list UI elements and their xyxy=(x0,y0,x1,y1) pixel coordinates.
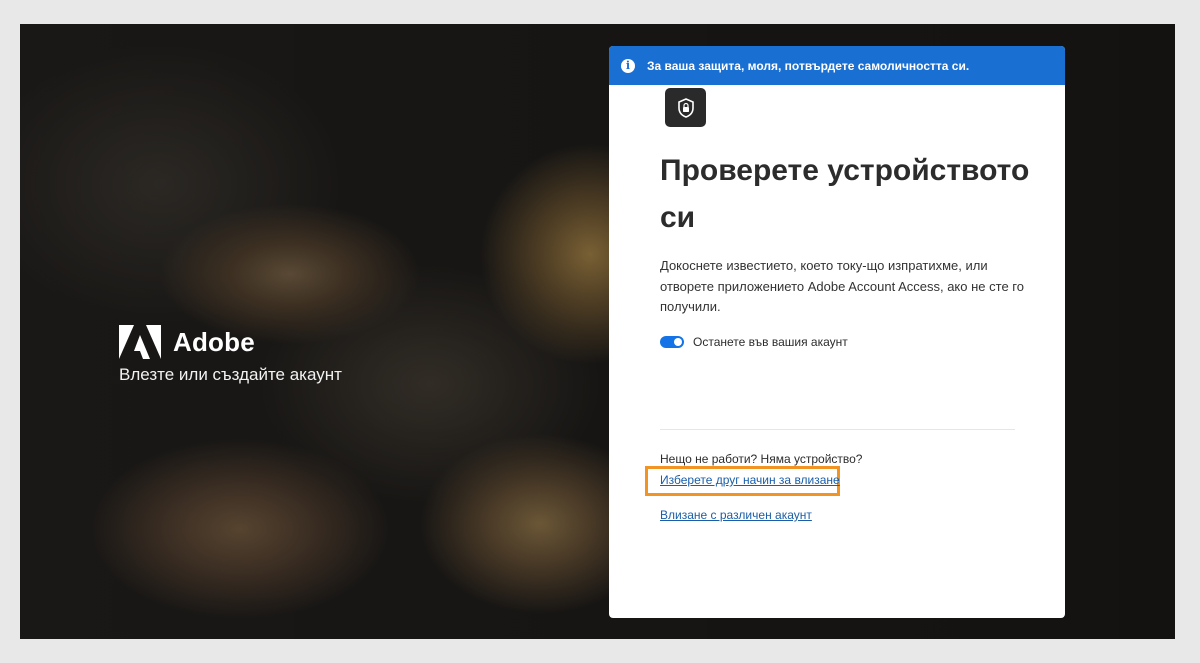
sign-in-page: Adobe Влезте или създайте акаунт i За ва… xyxy=(20,24,1175,639)
help-text: Нещо не работи? Няма устройство? xyxy=(660,452,863,466)
other-account-link[interactable]: Влизане с различен акаунт xyxy=(660,508,812,522)
verification-card: i За ваша защита, моля, потвърдете самол… xyxy=(609,46,1065,618)
alt-signin-link[interactable]: Изберете друг начин за влизане xyxy=(660,473,840,487)
banner-text: За ваша защита, моля, потвърдете самолич… xyxy=(647,58,970,73)
brand-name: Adobe xyxy=(173,326,255,357)
stay-signed-in-row: Останете във вашия акаунт xyxy=(660,335,848,349)
security-banner: i За ваша защита, моля, потвърдете самол… xyxy=(609,46,1065,85)
divider xyxy=(660,429,1015,430)
adobe-brand: Adobe Влезте или създайте акаунт xyxy=(119,325,342,385)
adobe-logo-icon xyxy=(119,325,161,359)
stay-signed-in-label: Останете във вашия акаунт xyxy=(693,335,848,349)
brand-tagline: Влезте или създайте акаунт xyxy=(119,365,342,384)
stay-signed-in-toggle[interactable] xyxy=(660,336,684,348)
info-icon: i xyxy=(621,58,635,73)
page-title: Проверете устройството си xyxy=(660,154,1030,234)
shield-lock-icon xyxy=(665,88,706,127)
instructions-text: Докоснете известието, което току-що изпр… xyxy=(660,258,1024,314)
